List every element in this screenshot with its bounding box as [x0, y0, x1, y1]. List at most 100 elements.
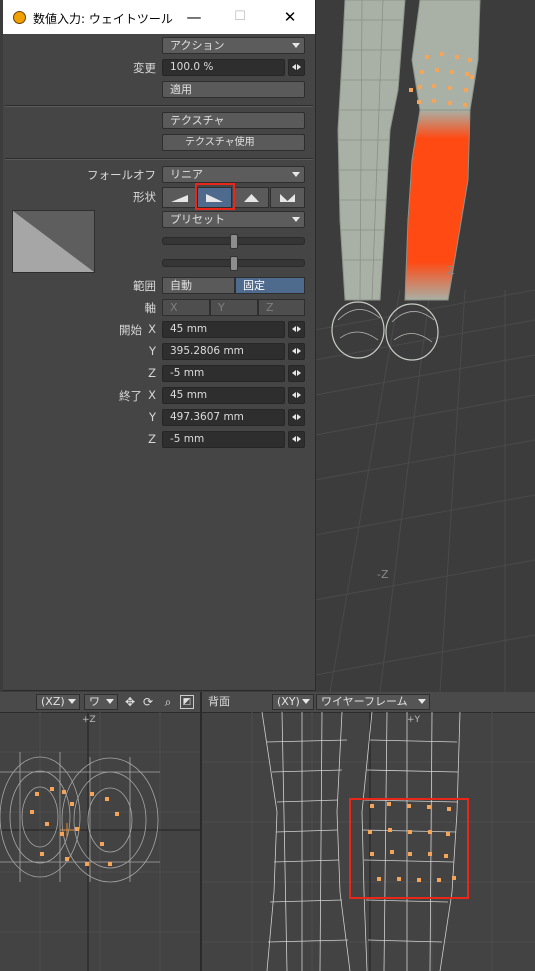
highlight-box	[349, 798, 469, 899]
move-view-icon[interactable]: ✥	[122, 694, 138, 710]
window-titlebar[interactable]: 数値入力: ウェイトツール — ☐ ✕	[3, 0, 315, 34]
axis-label-z: Z	[447, 264, 455, 277]
start-z-field[interactable]: -5 mm	[162, 365, 285, 382]
zoom-icon[interactable]: ⌕	[160, 694, 176, 710]
start-y-field[interactable]: 395.2806 mm	[162, 343, 285, 360]
end-z-label: Z	[148, 432, 156, 446]
end-z-value: -5 mm	[170, 433, 205, 445]
view-label: (XZ)	[41, 695, 65, 708]
shape-linear-in-button[interactable]	[162, 187, 197, 208]
use-texture-toggle[interactable]: テクスチャ使用	[162, 134, 305, 151]
start-z-label: Z	[148, 366, 156, 380]
range-fixed-label: 固定	[243, 279, 265, 292]
axis-y-label: Y	[218, 301, 225, 314]
slider-handle[interactable]	[230, 256, 238, 271]
rotate-view-icon[interactable]: ⟳	[140, 694, 156, 710]
slider-handle[interactable]	[230, 234, 238, 249]
change-value: 100.0 %	[170, 61, 214, 73]
start-z-value: -5 mm	[170, 367, 205, 379]
falloff-curve-graph	[13, 211, 94, 272]
preset-dropdown-value: プリセット	[170, 213, 225, 226]
render-mode-label: ワイヤーフレーム	[321, 695, 408, 708]
chevron-down-icon	[68, 699, 76, 704]
change-field[interactable]: 100.0 %	[162, 59, 285, 76]
top-view-wireframe: +Z	[0, 712, 200, 971]
axis-label-plus-z: +Z	[82, 715, 96, 725]
start-z-stepper[interactable]	[288, 365, 305, 382]
apply-button[interactable]: 適用	[162, 81, 305, 98]
divider	[5, 158, 313, 160]
falloff-dropdown[interactable]: リニア	[162, 166, 305, 183]
top-viewport[interactable]: (XZ) ワ ✥ ⟳ ⌕ ◩ +Z	[0, 692, 202, 971]
close-icon[interactable]: ✕	[267, 0, 313, 34]
end-x-field[interactable]: 45 mm	[162, 387, 285, 404]
chevron-down-icon	[302, 699, 310, 704]
view-select-dropdown[interactable]: (XY)	[272, 694, 314, 710]
axis-z-button[interactable]: Z	[258, 299, 305, 316]
preset-slider-2[interactable]	[162, 256, 305, 271]
valley-icon	[280, 194, 295, 202]
end-z-stepper[interactable]	[288, 431, 305, 448]
range-auto-button[interactable]: 自動	[162, 277, 235, 294]
view-name: 背面	[208, 695, 230, 708]
end-x-value: 45 mm	[170, 389, 208, 401]
preset-dropdown[interactable]: プリセット	[162, 211, 305, 228]
start-y-stepper[interactable]	[288, 343, 305, 360]
end-y-label: Y	[148, 410, 156, 424]
render-mode-dropdown[interactable]: ワイヤーフレーム	[316, 694, 430, 710]
start-x-label: X	[148, 322, 156, 336]
end-x-label: X	[148, 388, 156, 402]
texture-button[interactable]: テクスチャ	[162, 112, 305, 129]
change-stepper[interactable]	[288, 59, 305, 76]
render-mode-dropdown[interactable]: ワ	[84, 694, 118, 710]
start-y-value: 395.2806 mm	[170, 345, 244, 357]
chevron-down-icon	[106, 699, 114, 704]
chevron-down-icon	[292, 43, 300, 48]
axis-x-label: X	[170, 301, 178, 314]
maximize-viewport-icon[interactable]: ◩	[180, 695, 194, 709]
axis-y-button[interactable]: Y	[210, 299, 258, 316]
render-mode-label: ワ	[89, 695, 100, 708]
end-y-value: 497.3607 mm	[170, 411, 244, 423]
axis-label-plus-y: +Y	[407, 715, 421, 725]
end-z-field[interactable]: -5 mm	[162, 431, 285, 448]
falloff-preview	[12, 210, 95, 273]
top-viewport-header: (XZ) ワ ✥ ⟳ ⌕ ◩	[0, 692, 200, 713]
start-x-field[interactable]: 45 mm	[162, 321, 285, 338]
range-fixed-button[interactable]: 固定	[235, 277, 305, 294]
highlight-box	[195, 183, 235, 210]
divider	[5, 105, 313, 107]
start-x-stepper[interactable]	[288, 321, 305, 338]
axis-x-button[interactable]: X	[162, 299, 210, 316]
end-y-stepper[interactable]	[288, 409, 305, 426]
use-texture-label: テクスチャ使用	[185, 137, 255, 148]
end-x-stepper[interactable]	[288, 387, 305, 404]
axis-label-minus-z: -Z	[377, 568, 389, 581]
chevron-down-icon	[418, 699, 426, 704]
back-viewport[interactable]: 背面 (XY) ワイヤーフレーム +Y	[202, 692, 535, 971]
falloff-label: フォールオフ	[87, 168, 156, 182]
peak-icon	[244, 194, 259, 202]
action-dropdown[interactable]: アクション	[162, 37, 305, 54]
chevron-down-icon	[292, 172, 300, 177]
chevron-down-icon	[292, 217, 300, 222]
end-y-field[interactable]: 497.3607 mm	[162, 409, 285, 426]
minimize-icon[interactable]: —	[171, 0, 217, 34]
preset-slider-1[interactable]	[162, 234, 305, 249]
shape-label: 形状	[133, 190, 156, 204]
window-title: 数値入力: ウェイトツール	[33, 12, 173, 26]
shape-valley-button[interactable]	[270, 187, 305, 208]
start-y-label: Y	[148, 344, 156, 358]
shape-peak-button[interactable]	[234, 187, 269, 208]
action-dropdown-value: アクション	[170, 39, 225, 52]
change-label: 変更	[133, 61, 156, 75]
range-label: 範囲	[133, 279, 156, 293]
falloff-dropdown-value: リニア	[170, 168, 203, 181]
end-label: 終了	[119, 389, 142, 403]
maximize-icon[interactable]: ☐	[217, 0, 263, 34]
start-x-value: 45 mm	[170, 323, 208, 335]
view-select-dropdown[interactable]: (XZ)	[36, 694, 80, 710]
app-icon	[13, 11, 26, 24]
axis-label: 軸	[144, 301, 157, 315]
view-label: (XY)	[277, 695, 300, 708]
